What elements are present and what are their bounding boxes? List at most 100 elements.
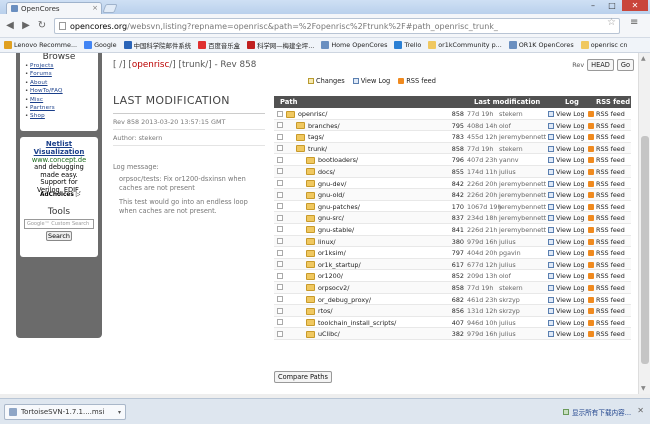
close-download-bar-icon[interactable]: ✕	[637, 406, 644, 415]
row-rss-link[interactable]: RSS feed	[588, 284, 625, 292]
row-view-log-link[interactable]: View Log	[548, 296, 585, 304]
row-rss-link[interactable]: RSS feed	[588, 272, 625, 280]
folder-link[interactable]: openrisc/	[298, 110, 327, 118]
rev-input[interactable]: HEAD	[587, 59, 614, 71]
row-revision[interactable]: 855	[450, 168, 464, 176]
folder-link[interactable]: or1ksim/	[318, 249, 346, 257]
folder-link[interactable]: bootloaders/	[318, 156, 358, 164]
row-revision[interactable]: 382	[450, 330, 464, 338]
row-checkbox[interactable]	[277, 168, 283, 175]
row-revision[interactable]: 380	[450, 238, 464, 246]
row-revision[interactable]: 796	[450, 156, 464, 164]
reload-icon[interactable]: ↻	[36, 20, 48, 32]
row-checkbox[interactable]	[277, 110, 283, 117]
row-rss-link[interactable]: RSS feed	[588, 156, 625, 164]
row-view-log-link[interactable]: View Log	[548, 191, 585, 199]
row-checkbox[interactable]	[277, 272, 283, 279]
row-rss-link[interactable]: RSS feed	[588, 203, 625, 211]
row-rss-link[interactable]: RSS feed	[588, 122, 625, 130]
row-revision[interactable]: 682	[450, 296, 464, 304]
row-rss-link[interactable]: RSS feed	[588, 133, 625, 141]
folder-link[interactable]: or1200/	[318, 272, 343, 280]
bookmark-item[interactable]: 中国科学院邮件系统	[123, 41, 191, 50]
rss-link[interactable]: RSS feed	[398, 77, 436, 85]
row-checkbox[interactable]	[277, 122, 283, 129]
row-view-log-link[interactable]: View Log	[548, 307, 585, 315]
row-rss-link[interactable]: RSS feed	[588, 226, 625, 234]
bookmark-item[interactable]: openrisc cn	[580, 41, 627, 49]
scroll-up-icon[interactable]: ▲	[641, 55, 646, 62]
breadcrumb-trunk[interactable]: trunk	[182, 60, 205, 70]
row-revision[interactable]: 842	[450, 191, 464, 199]
folder-link[interactable]: branches/	[308, 122, 340, 130]
row-checkbox[interactable]	[277, 249, 283, 256]
scroll-thumb[interactable]	[641, 136, 649, 364]
row-revision[interactable]: 841	[450, 226, 464, 234]
row-checkbox[interactable]	[277, 330, 283, 337]
row-checkbox[interactable]	[277, 284, 283, 291]
adchoices-label[interactable]: AdChoices ▷	[40, 192, 80, 198]
row-rss-link[interactable]: RSS feed	[588, 319, 625, 327]
folder-link[interactable]: gnu-old/	[318, 191, 344, 199]
folder-link[interactable]: toolchain_install_scripts/	[318, 319, 396, 327]
folder-link[interactable]: gnu-stable/	[318, 226, 354, 234]
bookmark-item[interactable]: Google	[84, 41, 117, 49]
row-rss-link[interactable]: RSS feed	[588, 110, 625, 118]
bookmark-star-icon[interactable]: ☆	[607, 17, 616, 28]
row-view-log-link[interactable]: View Log	[548, 226, 585, 234]
go-button[interactable]: Go	[616, 59, 634, 71]
bookmark-item[interactable]: OR1K OpenCores	[508, 41, 574, 49]
folder-link[interactable]: docs/	[318, 168, 335, 176]
search-button[interactable]: Search	[46, 231, 72, 241]
forward-icon[interactable]: ▶	[20, 20, 32, 32]
row-checkbox[interactable]	[277, 319, 283, 326]
bookmark-item[interactable]: Lenovo Recomme...	[4, 41, 77, 49]
row-checkbox[interactable]	[277, 180, 283, 187]
row-rss-link[interactable]: RSS feed	[588, 145, 625, 153]
row-rss-link[interactable]: RSS feed	[588, 214, 625, 222]
row-checkbox[interactable]	[277, 214, 283, 221]
row-view-log-link[interactable]: View Log	[548, 168, 585, 176]
google-search-input[interactable]: Google™ Custom Search	[24, 219, 94, 229]
row-revision[interactable]: 858	[450, 110, 464, 118]
row-view-log-link[interactable]: View Log	[548, 156, 585, 164]
row-view-log-link[interactable]: View Log	[548, 319, 585, 327]
ad-headline-2[interactable]: Visualization	[20, 148, 98, 156]
row-revision[interactable]: 858	[450, 145, 464, 153]
row-view-log-link[interactable]: View Log	[548, 122, 585, 130]
row-view-log-link[interactable]: View Log	[548, 284, 585, 292]
show-all-downloads-link[interactable]: 显示所有下载内容...	[563, 407, 631, 417]
sidebar-link-about[interactable]: About	[25, 79, 98, 88]
row-rss-link[interactable]: RSS feed	[588, 249, 625, 257]
row-checkbox[interactable]	[277, 156, 283, 163]
bookmark-item[interactable]: or1kCommunity p...	[428, 41, 502, 49]
row-checkbox[interactable]	[277, 307, 283, 314]
row-rss-link[interactable]: RSS feed	[588, 168, 625, 176]
sidebar-link-forums[interactable]: Forums	[25, 70, 98, 79]
row-revision[interactable]: 783	[450, 133, 464, 141]
menu-wrench-icon[interactable]: ≡	[630, 17, 638, 28]
row-checkbox[interactable]	[277, 226, 283, 233]
row-view-log-link[interactable]: View Log	[548, 110, 585, 118]
breadcrumb-repo[interactable]: openrisc	[132, 60, 169, 70]
bookmark-item[interactable]: Trello	[394, 41, 421, 49]
scroll-down-icon[interactable]: ▼	[641, 385, 646, 392]
folder-link[interactable]: or_debug_proxy/	[318, 296, 371, 304]
folder-link[interactable]: linux/	[318, 238, 336, 246]
folder-link[interactable]: trunk/	[308, 145, 327, 153]
row-revision[interactable]: 407	[450, 319, 464, 327]
row-rss-link[interactable]: RSS feed	[588, 296, 625, 304]
bookmark-item[interactable]: 科学网—梅建全坪...	[247, 41, 314, 50]
row-checkbox[interactable]	[277, 261, 283, 268]
compare-paths-button[interactable]: Compare Paths	[274, 371, 332, 383]
row-view-log-link[interactable]: View Log	[548, 145, 585, 153]
view-log-link[interactable]: View Log	[352, 77, 390, 85]
maximize-button[interactable]: □	[603, 0, 621, 11]
folder-link[interactable]: orpsocv2/	[318, 284, 349, 292]
back-icon[interactable]: ◀	[4, 20, 16, 32]
download-item[interactable]: TortoiseSVN-1.7.1....msi ▾	[4, 404, 126, 420]
row-rss-link[interactable]: RSS feed	[588, 307, 625, 315]
sidebar-link-howtofaq[interactable]: HowTo/FAQ	[25, 87, 98, 96]
row-checkbox[interactable]	[277, 145, 283, 152]
row-rss-link[interactable]: RSS feed	[588, 191, 625, 199]
